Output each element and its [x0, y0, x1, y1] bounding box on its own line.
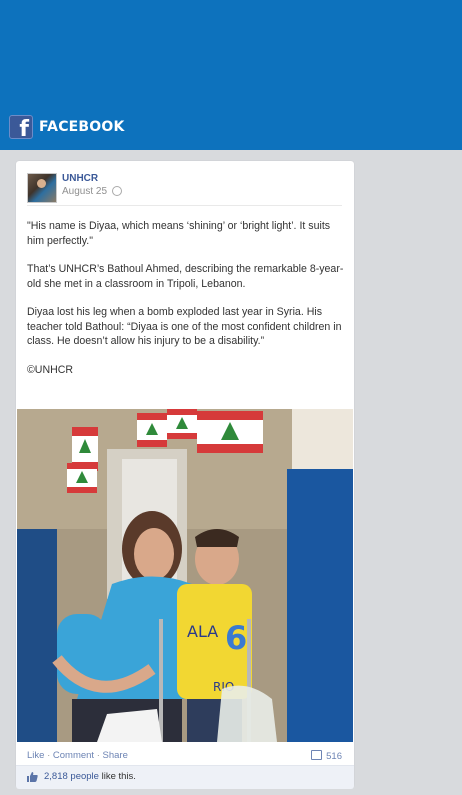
- share-link[interactable]: Share: [103, 750, 128, 761]
- facebook-logo-icon[interactable]: f: [9, 115, 33, 139]
- post-author[interactable]: UNHCR: [62, 173, 98, 184]
- likes-suffix: like this.: [98, 771, 136, 782]
- comment-count[interactable]: 516: [311, 750, 342, 762]
- post-paragraph: Diyaa lost his leg when a bomb exploded …: [27, 306, 342, 347]
- header-title[interactable]: FACEBOOK: [39, 119, 125, 135]
- action-separator: ·: [96, 750, 100, 761]
- comment-icon: [311, 750, 323, 760]
- post-actions: Like · Comment · Share: [27, 750, 128, 761]
- likes-bar: 2,818 people like this.: [16, 765, 354, 789]
- divider: [27, 205, 342, 206]
- post-photo[interactable]: ALA 6 RIO: [17, 409, 353, 742]
- post-paragraph: "His name is Diyaa, which means ‘shining…: [27, 220, 331, 247]
- post-text: "His name is Diyaa, which means ‘shining…: [27, 219, 345, 391]
- likes-count-link[interactable]: 2,818 people: [44, 771, 99, 782]
- post-paragraph: ©UNHCR: [27, 363, 74, 376]
- page-header: f FACEBOOK: [0, 0, 462, 150]
- action-separator: ·: [47, 750, 51, 761]
- post-date[interactable]: August 25: [62, 186, 107, 197]
- shirt-text-1: ALA: [187, 622, 218, 641]
- likes-text: 2,818 people like this.: [44, 771, 136, 782]
- globe-icon: [112, 186, 122, 196]
- shirt-number: 6: [225, 619, 247, 657]
- comment-link[interactable]: Comment: [53, 750, 94, 761]
- thumbs-up-icon: [27, 772, 38, 782]
- comment-count-value: 516: [326, 751, 342, 762]
- post-paragraph: That’s UNHCR’s Bathoul Ahmed, describing…: [27, 263, 344, 290]
- avatar[interactable]: [27, 173, 57, 203]
- post-card: UNHCR August 25 "His name is Diyaa, whic…: [16, 161, 354, 789]
- like-link[interactable]: Like: [27, 750, 44, 761]
